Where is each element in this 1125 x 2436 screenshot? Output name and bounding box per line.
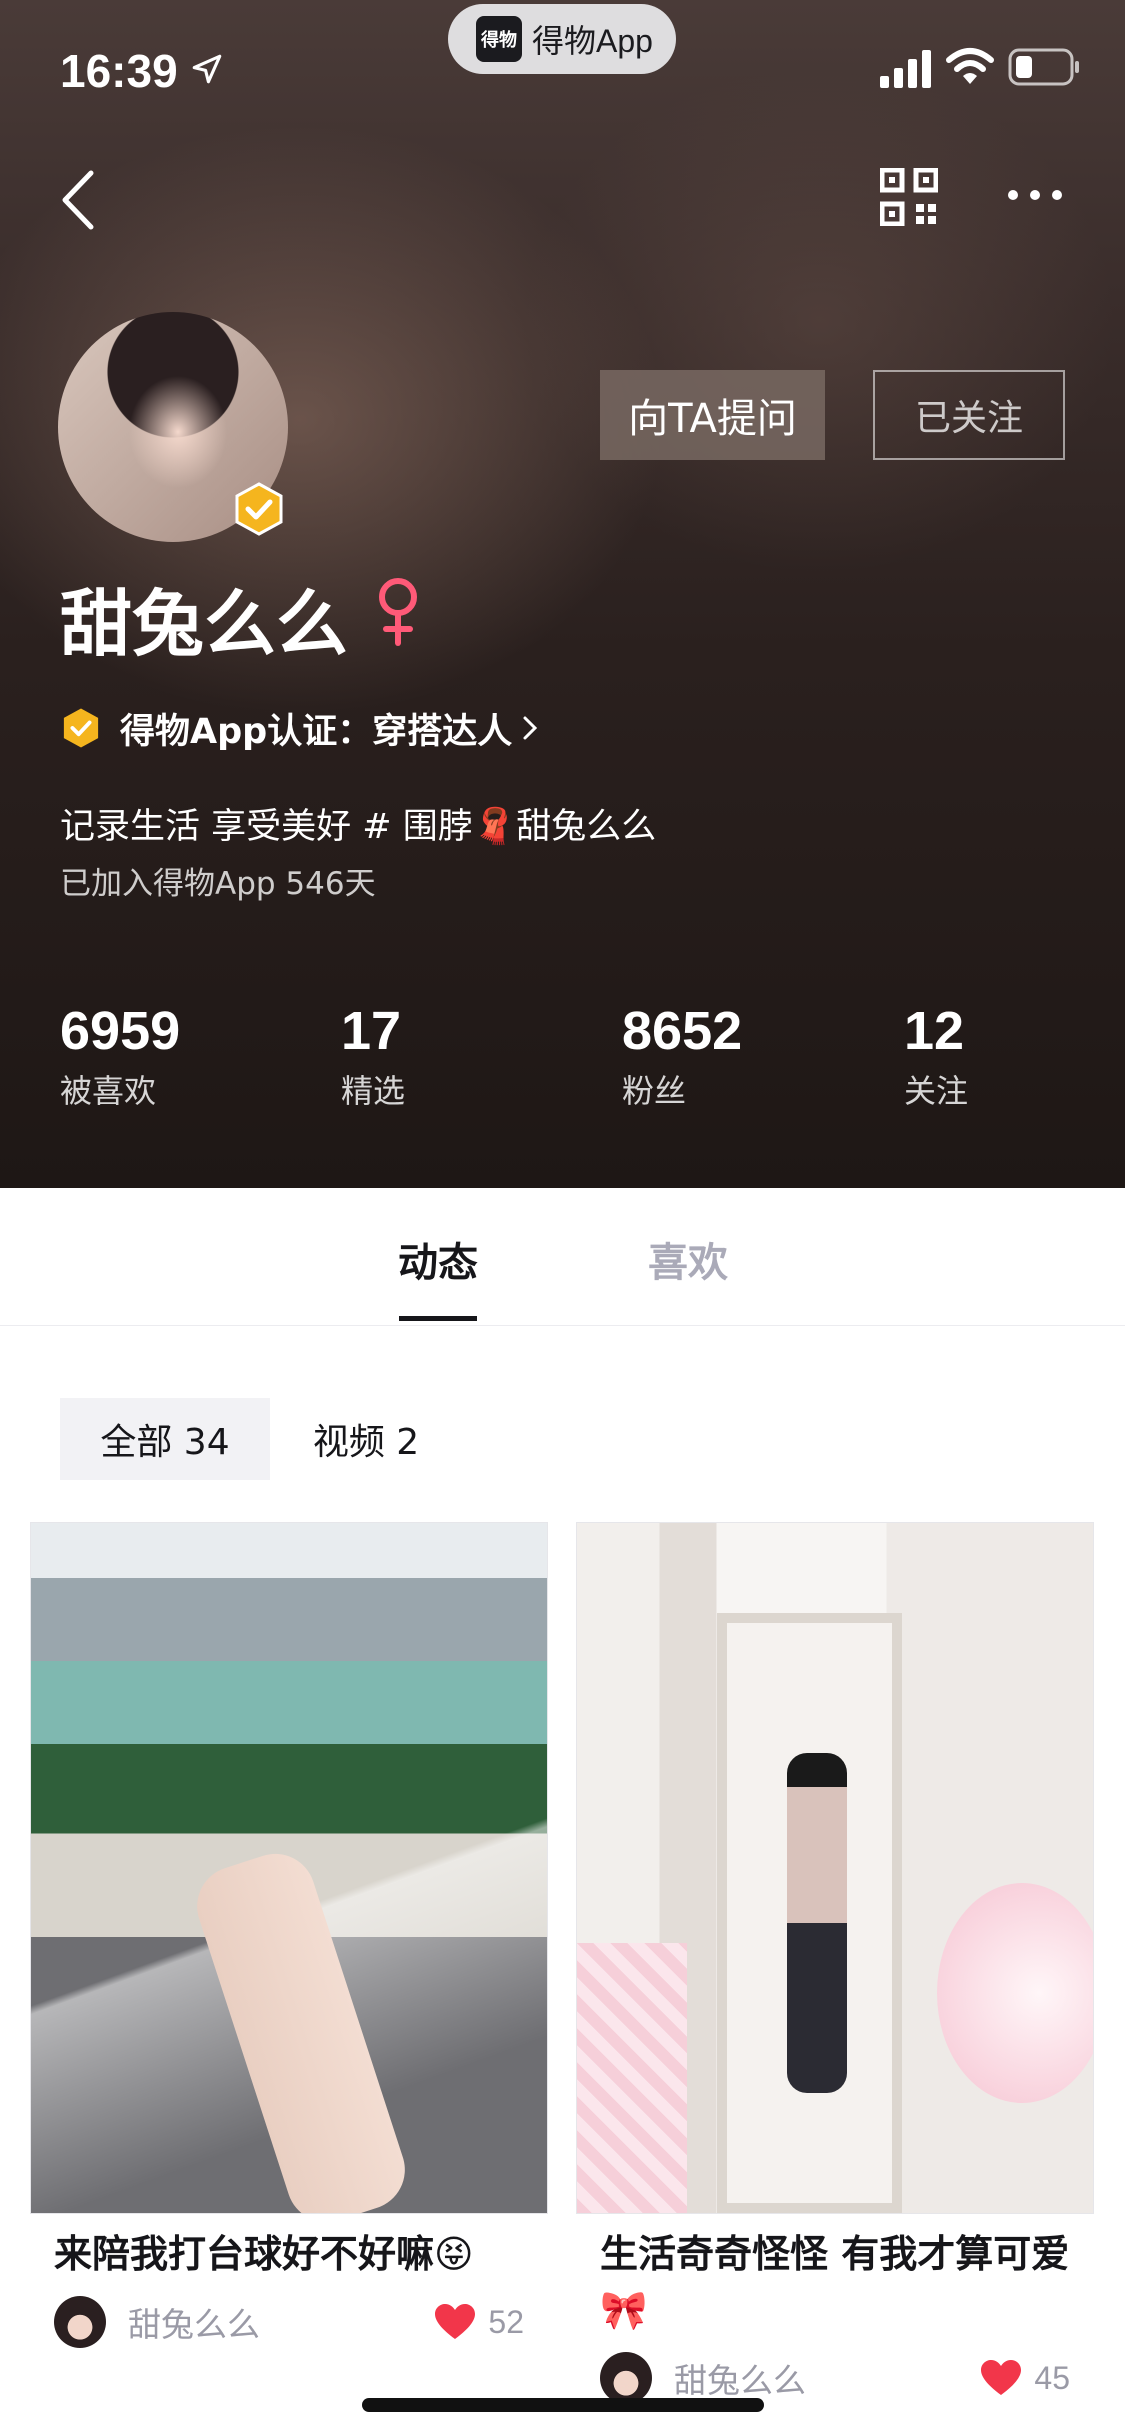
certification-label: 得物App认证：穿搭达人	[120, 711, 513, 752]
certification-row[interactable]: 得物App认证：穿搭达人	[60, 700, 540, 756]
joined-duration: 已加入得物App 546天	[60, 866, 376, 902]
stat-featured[interactable]: 17 精选	[341, 1000, 405, 1112]
stat-value: 6959	[60, 1001, 181, 1061]
like-count: 52	[488, 2303, 524, 2340]
post-card[interactable]: 来陪我打台球好不好嘛😝 甜兔么么 52	[30, 1522, 548, 2348]
post-image[interactable]	[30, 1522, 548, 2214]
profile-bio: 记录生活 享受美好 # 围脖🧣甜兔么么	[60, 807, 657, 847]
image-detail	[717, 1613, 902, 2213]
chevron-right-icon	[523, 716, 538, 740]
post-card[interactable]: 生活奇奇怪怪 有我才算可爱🎀 甜兔么么 45	[576, 1522, 1094, 2404]
female-gender-icon	[379, 578, 417, 646]
tab-divider	[0, 1325, 1125, 1326]
battery-icon	[1008, 48, 1079, 86]
stat-value: 17	[341, 1001, 402, 1061]
stat-likes[interactable]: 6959 被喜欢	[60, 1000, 180, 1112]
heart-icon[interactable]	[434, 2303, 476, 2341]
author-name: 甜兔么么	[674, 2361, 806, 2400]
verified-badge-icon	[235, 482, 283, 536]
stat-label: 精选	[341, 1072, 406, 1110]
tab-likes[interactable]: 喜欢	[648, 1230, 728, 1288]
post-title: 来陪我打台球好不好嘛😝	[54, 2232, 474, 2276]
filter-video-chip[interactable]: 视频 2	[296, 1398, 436, 1480]
status-time: 16:39	[60, 45, 178, 97]
tab-indicator	[399, 1316, 477, 1321]
stat-label: 粉丝	[622, 1072, 687, 1110]
ask-question-button[interactable]: 向TA提问	[600, 370, 825, 460]
certification-badge-icon	[63, 708, 99, 748]
stat-value: 8652	[622, 1001, 743, 1061]
stat-value: 12	[904, 1001, 965, 1061]
post-title: 生活奇奇怪怪 有我才算可爱🎀	[600, 2232, 1070, 2332]
more-icon[interactable]	[1005, 180, 1065, 210]
wifi-icon	[946, 48, 994, 84]
stat-label: 关注	[904, 1072, 969, 1110]
qr-code-icon[interactable]	[880, 168, 938, 226]
username: 甜兔么么	[60, 582, 349, 666]
profile-header: 16:39 得物 得物App 向TA提问 已关注 甜兔么么 得物App认证：穿搭…	[0, 0, 1125, 1188]
app-switch-pill[interactable]: 得物 得物App	[448, 4, 676, 74]
image-detail	[787, 1753, 847, 2093]
signal-icon	[880, 50, 931, 88]
home-indicator[interactable]	[362, 2398, 764, 2412]
app-logo-icon: 得物	[476, 16, 522, 62]
image-detail	[577, 1943, 687, 2213]
stat-label: 被喜欢	[60, 1072, 157, 1110]
author-name: 甜兔么么	[128, 2305, 260, 2344]
author-avatar[interactable]	[600, 2352, 652, 2404]
filter-all-chip[interactable]: 全部 34	[60, 1398, 270, 1480]
like-count: 45	[1034, 2359, 1070, 2396]
app-pill-label: 得物App	[532, 23, 653, 59]
back-icon[interactable]	[55, 165, 105, 235]
heart-icon[interactable]	[980, 2359, 1022, 2397]
image-detail	[186, 1843, 416, 2213]
post-meta: 甜兔么么 52	[30, 2282, 548, 2348]
image-detail	[937, 1883, 1093, 2103]
stat-followers[interactable]: 8652 粉丝	[622, 1000, 742, 1112]
author-avatar[interactable]	[54, 2296, 106, 2348]
stat-following[interactable]: 12 关注	[904, 1000, 968, 1112]
location-arrow-icon	[192, 54, 222, 84]
post-meta: 甜兔么么 45	[576, 2338, 1094, 2404]
following-button[interactable]: 已关注	[873, 370, 1065, 460]
post-image[interactable]	[576, 1522, 1094, 2214]
tab-posts[interactable]: 动态	[398, 1230, 478, 1288]
